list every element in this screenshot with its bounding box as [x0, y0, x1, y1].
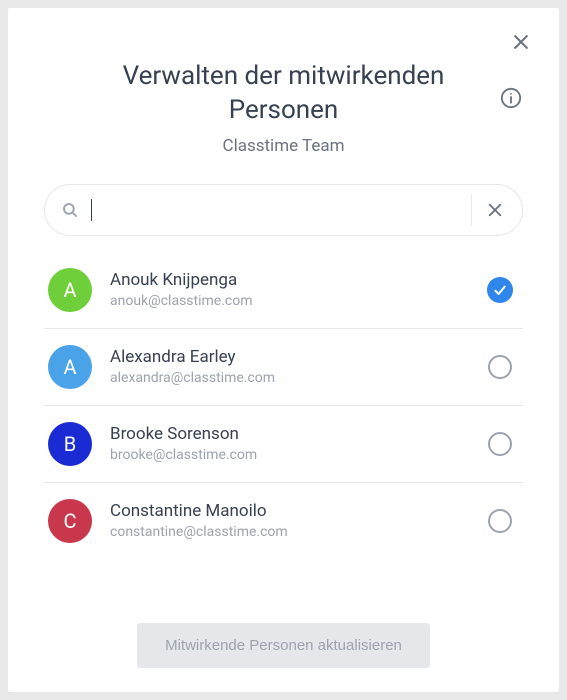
modal-footer: Mitwirkende Personen aktualisieren: [44, 623, 523, 668]
selection-toggle[interactable]: [487, 431, 513, 457]
avatar: B: [48, 422, 92, 466]
unchecked-circle-icon: [488, 432, 512, 456]
unchecked-circle-icon: [488, 355, 512, 379]
people-list: A Anouk Knijpenga anouk@classtime.com A Alex…: [44, 252, 523, 611]
search-icon: [61, 201, 79, 219]
modal-subtitle: Classtime Team: [44, 136, 523, 156]
modal-wrapper: Verwalten der mitwirkenden Personen Clas…: [0, 0, 567, 700]
unchecked-circle-icon: [488, 509, 512, 533]
person-email: constantine@classtime.com: [110, 524, 487, 540]
person-email: anouk@classtime.com: [110, 293, 487, 309]
selection-toggle[interactable]: [487, 277, 513, 303]
person-row[interactable]: A Anouk Knijpenga anouk@classtime.com: [44, 252, 523, 329]
search-clear-button[interactable]: [471, 194, 510, 226]
person-email: brooke@classtime.com: [110, 447, 487, 463]
person-name: Brooke Sorenson: [110, 424, 487, 444]
person-info: Constantine Manoilo constantine@classtime…: [110, 501, 487, 540]
person-row[interactable]: A Alexandra Earley alexandra@classtime.com: [44, 329, 523, 406]
person-name: Constantine Manoilo: [110, 501, 487, 521]
person-info: Alexandra Earley alexandra@classtime.com: [110, 347, 487, 386]
avatar: A: [48, 268, 92, 312]
person-row[interactable]: C Constantine Manoilo constantine@classtim…: [44, 483, 523, 559]
avatar: C: [48, 499, 92, 543]
close-button[interactable]: [507, 28, 535, 56]
info-button[interactable]: [499, 86, 523, 110]
update-collaborators-button[interactable]: Mitwirkende Personen aktualisieren: [137, 623, 430, 668]
info-icon: [500, 87, 522, 109]
check-icon: [492, 282, 508, 298]
person-email: alexandra@classtime.com: [110, 370, 487, 386]
avatar: A: [48, 345, 92, 389]
close-icon: [511, 32, 531, 52]
manage-collaborators-modal: Verwalten der mitwirkenden Personen Clas…: [8, 8, 559, 692]
person-name: Anouk Knijpenga: [110, 270, 487, 290]
clear-icon: [486, 201, 504, 219]
person-info: Anouk Knijpenga anouk@classtime.com: [110, 270, 487, 309]
modal-header: Verwalten der mitwirkenden Personen Clas…: [44, 60, 523, 156]
selection-toggle[interactable]: [487, 354, 513, 380]
text-cursor: [91, 199, 92, 221]
modal-title: Verwalten der mitwirkenden Personen: [44, 60, 523, 128]
person-name: Alexandra Earley: [110, 347, 487, 367]
search-input[interactable]: [96, 201, 463, 219]
person-info: Brooke Sorenson brooke@classtime.com: [110, 424, 487, 463]
person-row[interactable]: B Brooke Sorenson brooke@classtime.com: [44, 406, 523, 483]
selection-toggle[interactable]: [487, 508, 513, 534]
search-field[interactable]: [44, 184, 523, 236]
